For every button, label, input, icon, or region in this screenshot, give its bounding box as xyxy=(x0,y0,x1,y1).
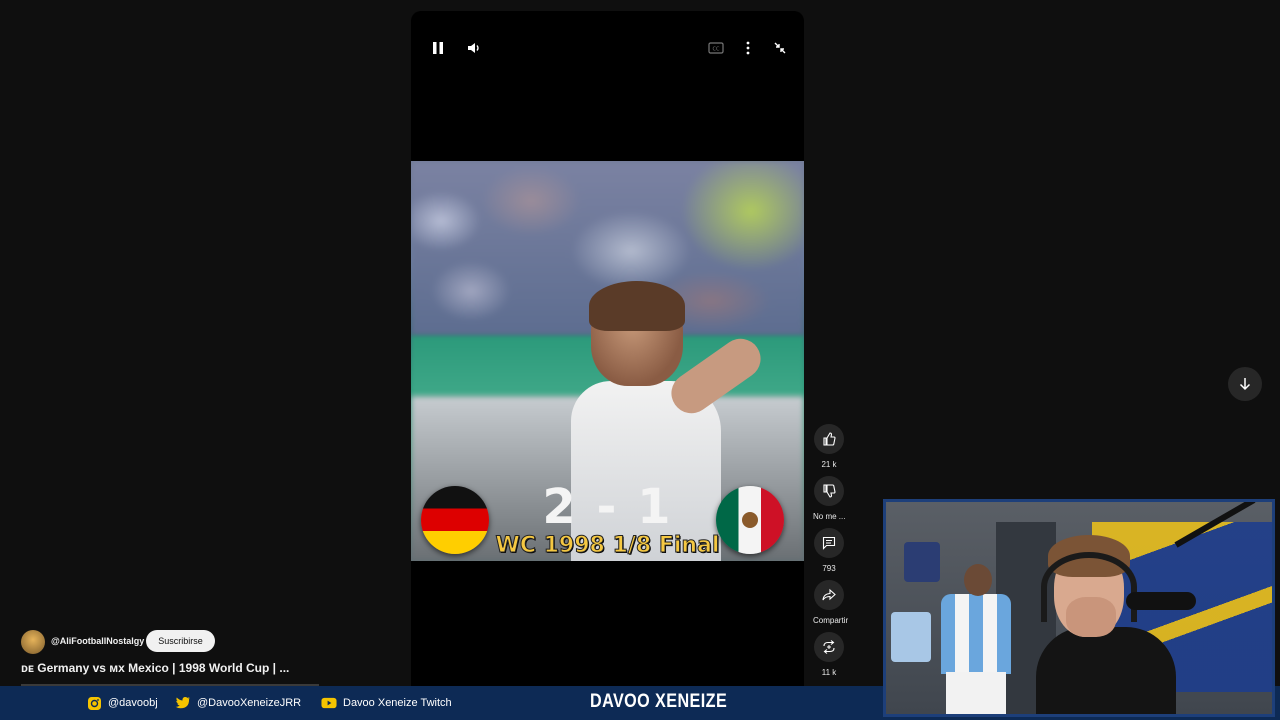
video-title[interactable]: ᴅᴇ Germany vs ᴍx Mexico | 1998 World Cup… xyxy=(21,661,289,675)
pause-icon xyxy=(433,42,443,54)
cutout-figure-shirt xyxy=(941,594,1011,674)
remix-count: 11 k xyxy=(821,668,837,677)
twitter-icon xyxy=(175,695,191,711)
comment-icon xyxy=(822,536,836,550)
youtube-icon xyxy=(321,695,337,711)
channel-avatar[interactable] xyxy=(21,630,45,654)
like-count: 21 k xyxy=(821,460,837,469)
streamer-webcam xyxy=(883,499,1275,717)
streamer-hand xyxy=(1066,597,1116,637)
video-frame: 2 - 1 WC 1998 1/8 Final xyxy=(411,161,804,561)
match-caption: WC 1998 1/8 Final xyxy=(495,533,720,559)
cutout-figure-shorts xyxy=(946,672,1006,714)
framed-jersey xyxy=(904,542,940,582)
volume-icon xyxy=(468,43,479,53)
remix-button[interactable] xyxy=(814,632,844,662)
shorts-video-player[interactable]: CC 2 - 1 WC 1998 1/8 Final xyxy=(411,11,804,701)
share-action[interactable]: Compartir xyxy=(813,580,849,625)
exit-fullscreen-icon xyxy=(774,42,786,54)
remix-action[interactable]: 11 k xyxy=(813,632,845,677)
dislike-label: No me ... xyxy=(813,512,846,521)
share-label: Compartir xyxy=(813,616,849,625)
arrow-down-icon xyxy=(1239,378,1251,391)
next-video-button[interactable] xyxy=(1228,367,1262,401)
instagram-handle: @davoobj xyxy=(86,695,158,711)
exit-fullscreen-button[interactable] xyxy=(769,37,791,59)
framed-jersey xyxy=(891,612,931,662)
pause-button[interactable] xyxy=(427,37,449,59)
channel-handle[interactable]: @AliFootballNostalgy xyxy=(51,636,144,646)
cutout-figure-head xyxy=(964,564,992,596)
share-button[interactable] xyxy=(814,580,844,610)
instagram-icon xyxy=(86,695,102,711)
comments-count: 793 xyxy=(822,564,836,573)
instagram-text: @davoobj xyxy=(108,697,158,709)
thumbs-up-icon xyxy=(823,432,836,446)
youtube-text: Davoo Xeneize Twitch xyxy=(343,697,452,709)
svg-text:CC: CC xyxy=(713,46,720,52)
remix-icon xyxy=(823,640,835,654)
footballer-hair xyxy=(589,281,685,331)
streamer-brand: DAVOO XENEIZE xyxy=(590,691,728,712)
like-button[interactable] xyxy=(814,424,844,454)
comments-button[interactable] xyxy=(814,528,844,558)
subscribe-button[interactable]: Suscribirse xyxy=(146,630,215,652)
volume-button[interactable] xyxy=(463,37,485,59)
more-options-button[interactable] xyxy=(737,37,759,59)
share-icon xyxy=(822,588,836,601)
dislike-action[interactable]: No me ... xyxy=(813,476,845,521)
dislike-button[interactable] xyxy=(814,476,844,506)
streamer-body xyxy=(1036,627,1176,714)
youtube-channel: Davoo Xeneize Twitch xyxy=(321,695,452,711)
comments-action[interactable]: 793 xyxy=(813,528,845,573)
twitter-handle: @DavooXeneizeJRR xyxy=(175,695,301,711)
like-action[interactable]: 21 k xyxy=(813,424,845,469)
captions-button[interactable]: CC xyxy=(705,37,727,59)
microphone xyxy=(1126,592,1196,610)
match-score: 2 - 1 xyxy=(542,479,673,535)
twitter-text: @DavooXeneizeJRR xyxy=(197,697,302,709)
closed-captions-icon: CC xyxy=(708,42,724,54)
more-vertical-icon xyxy=(746,41,750,55)
thumbs-down-icon xyxy=(823,484,836,498)
